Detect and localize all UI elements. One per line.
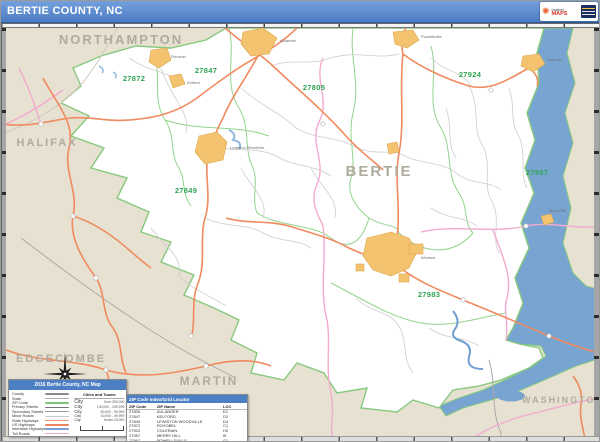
town-windsor-west xyxy=(356,264,364,271)
zip-table-body: 27805AULANDERE227847KELFORDD227849LEWIST… xyxy=(127,410,247,442)
legend-line-sample xyxy=(45,416,69,417)
zip-label-27983: 27983 xyxy=(418,290,440,299)
zip-label-27872: 27872 xyxy=(123,74,145,83)
scale-bar xyxy=(80,426,124,431)
town-label: Roxobel xyxy=(171,54,186,59)
town-askewville xyxy=(387,142,399,154)
logo-brand-text: market MAPS xyxy=(552,8,568,16)
page-title: BERTIE COUNTY, NC xyxy=(7,5,123,17)
grid-ruler-left xyxy=(1,28,6,438)
zip-table-column-header: ZIP Name xyxy=(157,404,223,409)
legend-line-sample xyxy=(45,398,69,400)
legend-city-range: Over 250,000 xyxy=(104,400,125,404)
map-legend: 2016 Bertie County, NC Map CountyStateZI… xyxy=(8,379,127,437)
town-windsor-east xyxy=(409,244,423,254)
legend-city-name: City xyxy=(74,418,80,422)
legend-city-range: Under 10,000 xyxy=(104,418,125,422)
logo-star-icon: ✺ xyxy=(542,7,550,16)
legend-item-label: Minor Roads xyxy=(12,414,34,418)
legend-city-range: 100,000 - 249,999 xyxy=(97,405,125,409)
town-label: Powellsville xyxy=(421,34,442,39)
county-label-edgecombe: EDGECOMBE xyxy=(16,353,106,365)
lake-water xyxy=(497,391,525,402)
logo-brand-bottom: MAPS xyxy=(552,12,568,16)
legend-item-label: State xyxy=(12,397,21,401)
legend-cities-title: Cities and Towns xyxy=(74,392,124,399)
legend-item-label: County xyxy=(12,392,24,396)
legend-line-sample xyxy=(45,407,69,408)
town-label: Aulander xyxy=(280,38,297,43)
title-bar: BERTIE COUNTY, NC ✺ market MAPS xyxy=(1,1,600,23)
legend-item-label: State Highways xyxy=(12,419,38,423)
legend-item-label: Secondary Streets xyxy=(12,410,43,414)
town-label: Merry Hill xyxy=(549,208,566,213)
county-label-northampton: NORTHAMPTON xyxy=(59,32,183,47)
zip-table-column-header: LOC xyxy=(223,404,245,409)
town-windsor-south xyxy=(399,274,409,282)
legend-city-classes: City Over 250,000City100,000 - 249,999 Cit… xyxy=(74,399,124,423)
zip-table-title: ZIP Code Index/Grid Locator xyxy=(127,395,247,403)
county-label-bertie: BERTIE xyxy=(345,163,412,180)
town-label: Kelford xyxy=(187,80,200,85)
legend-line-sample xyxy=(45,433,69,435)
zip-index-table: ZIP Code Index/Grid Locator ZIP CodeZIP … xyxy=(126,394,248,442)
legend-line-sample xyxy=(45,411,69,412)
county-label-washington: WASHINGTON xyxy=(522,395,600,405)
legend-item-label: US Highways xyxy=(12,423,35,427)
town-label: Windsor xyxy=(421,255,436,260)
legend-line-sample xyxy=(45,393,69,395)
legend-line-sample xyxy=(45,428,69,430)
legend-line-sample xyxy=(45,420,69,422)
legend-line-sample xyxy=(45,424,69,426)
legend-city-class: City Under 10,000 xyxy=(74,418,124,423)
legend-item-label: Interstate Highways xyxy=(12,427,45,431)
legend-item-label: Primary Streets xyxy=(12,405,38,409)
town-label: Lewiston Woodville xyxy=(230,145,265,150)
legend-title: 2016 Bertie County, NC Map xyxy=(9,380,126,390)
legend-item: Toll Roads xyxy=(12,432,69,436)
county-label-martin: MARTIN xyxy=(180,374,239,388)
county-label-halifax: HALIFAX xyxy=(16,137,77,149)
legend-symbol-list: CountyStateZIP CodePrimary StreetsSecond… xyxy=(12,392,69,436)
zip-label-27924: 27924 xyxy=(459,70,482,79)
zip-label-27805: 27805 xyxy=(303,83,325,92)
legend-cities-panel: Cities and Towns City Over 250,000City100… xyxy=(74,392,124,436)
legend-item-label: ZIP Code xyxy=(12,401,28,405)
zip-label-27849: 27849 xyxy=(175,186,197,195)
county-map-poster: BERTIE COUNTY, NC ✺ market MAPS xyxy=(0,0,600,442)
marketmaps-logo: ✺ market MAPS xyxy=(540,2,598,21)
grid-ruler-right xyxy=(594,28,599,438)
legend-line-sample xyxy=(45,402,69,404)
zip-label-27957: 27957 xyxy=(526,168,548,177)
legend-city-range: 50,000 - 99,999 xyxy=(101,410,125,414)
zip-table-header: ZIP CodeZIP NameLOC xyxy=(127,403,247,410)
logo-badge-icon xyxy=(581,5,596,18)
town-label: Colerain xyxy=(547,57,562,62)
zip-label-27847: 27847 xyxy=(195,66,217,75)
zip-table-column-header: ZIP Code xyxy=(129,404,157,409)
legend-city-class: City100,000 - 249,999 xyxy=(74,404,124,409)
legend-item-label: Toll Roads xyxy=(12,432,30,436)
